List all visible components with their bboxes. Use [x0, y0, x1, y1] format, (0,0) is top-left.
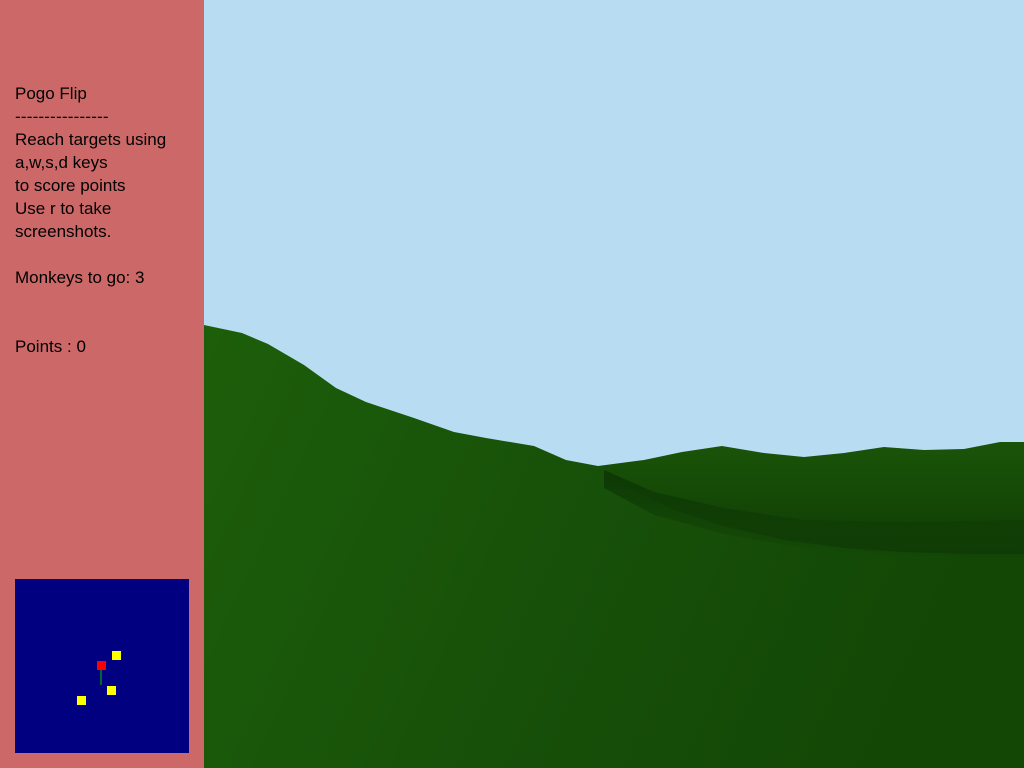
game-title: Pogo Flip — [15, 84, 87, 103]
target-marker-icon — [112, 651, 121, 660]
game-window[interactable]: Pogo Flip ---------------- Reach targets… — [0, 0, 1024, 768]
game-viewport[interactable] — [204, 0, 1024, 768]
monkeys-label: Monkeys to go: — [15, 268, 131, 287]
title-divider: ---------------- — [15, 107, 109, 126]
player-marker-icon — [97, 661, 106, 670]
points-value: 0 — [76, 337, 86, 356]
points-display: Points : 0 — [15, 335, 86, 358]
minimap-canvas — [77, 651, 121, 705]
minimap — [15, 579, 189, 753]
hud-sidebar: Pogo Flip ---------------- Reach targets… — [0, 0, 204, 768]
monkeys-remaining: Monkeys to go: 3 — [15, 266, 144, 289]
instructions-text: Reach targets using a,w,s,d keys to scor… — [15, 130, 167, 241]
target-marker-icon — [77, 696, 86, 705]
terrain-scene — [204, 0, 1024, 768]
monkeys-value: 3 — [135, 268, 145, 287]
points-label: Points : — [15, 337, 72, 356]
target-marker-icon — [107, 686, 116, 695]
